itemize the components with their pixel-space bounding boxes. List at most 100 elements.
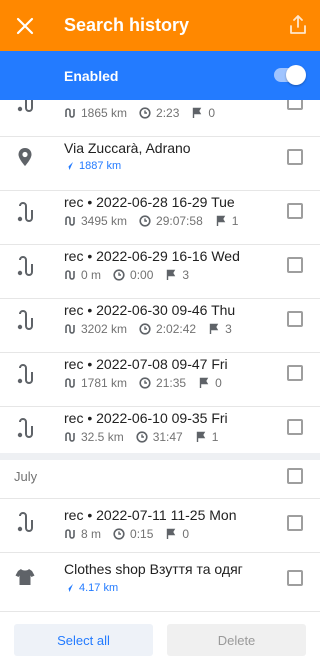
clock-icon (139, 323, 151, 335)
distance-value: 0 m (81, 268, 102, 282)
time-stat: 21:35 (139, 376, 186, 390)
distance-stat: 4.17 km (64, 582, 118, 594)
time-value: 2:23 (156, 106, 180, 120)
item-meta: 3202 km 2:02:42 3 (64, 322, 244, 336)
item-checkbox[interactable] (287, 257, 303, 273)
list-item[interactable]: rec • 2022-06-28 16-29 Tue 3495 km 29:07… (0, 190, 320, 244)
item-checkbox[interactable] (287, 100, 303, 110)
clock-icon (113, 528, 125, 540)
list-item[interactable]: rec • 2022-06-29 16-16 Wed 0 m 0:00 3 (0, 244, 320, 298)
item-name: Clothes shop Взуття та одяг (64, 561, 243, 577)
distance-stat: 3495 km (64, 214, 127, 228)
flag-icon (216, 215, 225, 226)
time-stat: 29:07:58 (139, 214, 203, 228)
item-name: rec • 2022-07-08 09-47 Fri (64, 356, 228, 372)
item-checkbox[interactable] (287, 149, 303, 165)
route-small-icon (65, 529, 75, 539)
enabled-bar: Enabled (0, 51, 320, 100)
clock-icon (136, 431, 148, 443)
route-small-icon (65, 216, 75, 226)
enabled-toggle[interactable] (274, 65, 306, 85)
route-small-icon (65, 270, 75, 280)
route-small-icon (65, 432, 75, 442)
time-value: 0:15 (130, 527, 154, 541)
time-value: 2:02:42 (156, 322, 197, 336)
points-stat: 3 (165, 268, 189, 282)
distance-value: 1865 km (81, 106, 128, 120)
history-list: 1865 km 2:23 0 Via Zuccarà, Adrano 1887 … (0, 100, 320, 610)
route-icon (17, 418, 33, 438)
item-checkbox[interactable] (287, 570, 303, 586)
distance-stat: 1887 km (64, 160, 121, 172)
search-history-screen: Search history Enabled 1865 km 2:23 0 Vi… (0, 0, 320, 664)
distance-stat: 32.5 km (64, 430, 124, 444)
clothes-shop-icon (15, 569, 35, 585)
distance-stat: 0 m (64, 268, 101, 282)
item-name: Via Zuccarà, Adrano (64, 140, 191, 156)
close-button[interactable] (0, 0, 50, 51)
list-item[interactable]: Via Zuccarà, Adrano 1887 km (0, 136, 320, 190)
list-item[interactable]: Clothes shop Взуття та одяг 4.17 km (0, 552, 320, 606)
item-name: rec • 2022-06-28 16-29 Tue (64, 194, 235, 210)
distance-value: 3202 km (81, 322, 128, 336)
distance-stat: 8 m (64, 527, 101, 541)
route-icon (17, 310, 33, 330)
points-value: 1 (211, 430, 219, 444)
item-meta: 1781 km 21:35 0 (64, 376, 234, 390)
section-label: July (14, 469, 38, 484)
list-item[interactable]: rec • 2022-07-08 09-47 Fri 1781 km 21:35… (0, 352, 320, 406)
distance-value: 1781 km (81, 376, 128, 390)
list-item[interactable]: rec • 2022-07-11 11-25 Mon 8 m 0:15 0 (0, 498, 320, 552)
flag-icon (167, 528, 176, 539)
item-checkbox[interactable] (287, 311, 303, 327)
points-stat: 1 (215, 214, 238, 228)
item-checkbox[interactable] (287, 419, 303, 435)
points-stat: 1 (195, 430, 219, 444)
points-stat: 0 (191, 106, 215, 120)
item-meta: 1887 km (64, 160, 133, 172)
route-icon (17, 100, 33, 112)
list-item[interactable]: rec • 2022-06-30 09-46 Thu 3202 km 2:02:… (0, 298, 320, 352)
distance-stat: 1865 km (64, 106, 127, 120)
item-checkbox[interactable] (287, 515, 303, 531)
close-icon (16, 17, 34, 34)
points-value: 3 (182, 268, 190, 282)
flag-icon (167, 269, 176, 280)
direction-arrow-icon (65, 584, 73, 592)
time-value: 21:35 (156, 376, 187, 390)
distance-value: 4.17 km (79, 582, 119, 594)
clock-icon (139, 107, 151, 119)
time-stat: 31:47 (136, 430, 183, 444)
points-value: 0 (182, 527, 190, 541)
clock-icon (139, 215, 151, 227)
direction-arrow-icon (65, 162, 73, 170)
distance-stat: 1781 km (64, 376, 127, 390)
share-icon (290, 15, 306, 34)
toggle-knob (286, 65, 306, 85)
route-small-icon (65, 108, 75, 118)
clock-icon (113, 269, 125, 281)
item-name: rec • 2022-06-29 16-16 Wed (64, 248, 240, 264)
share-button[interactable] (286, 13, 310, 37)
points-stat: 0 (198, 376, 222, 390)
route-icon (17, 364, 33, 384)
points-value: 3 (225, 322, 232, 336)
route-small-icon (65, 378, 75, 388)
section-checkbox[interactable] (287, 468, 303, 484)
points-value: 0 (208, 106, 216, 120)
distance-stat: 3202 km (64, 322, 127, 336)
item-meta: 32.5 km 31:47 1 (64, 430, 230, 444)
time-stat: 2:02:42 (139, 322, 196, 336)
distance-value: 3495 km (81, 214, 128, 228)
route-icon (17, 512, 33, 532)
list-item[interactable]: 1865 km 2:23 0 (0, 100, 320, 136)
divider (0, 453, 320, 460)
flag-icon (193, 107, 202, 118)
delete-button[interactable]: Delete (167, 624, 306, 656)
list-item[interactable]: rec • 2022-06-10 09-35 Fri 32.5 km 31:47… (0, 406, 320, 460)
item-checkbox[interactable] (287, 203, 303, 219)
select-all-button[interactable]: Select all (14, 624, 153, 656)
item-checkbox[interactable] (287, 365, 303, 381)
item-meta: 1865 km 2:23 0 (64, 106, 227, 120)
flag-icon (209, 323, 219, 334)
